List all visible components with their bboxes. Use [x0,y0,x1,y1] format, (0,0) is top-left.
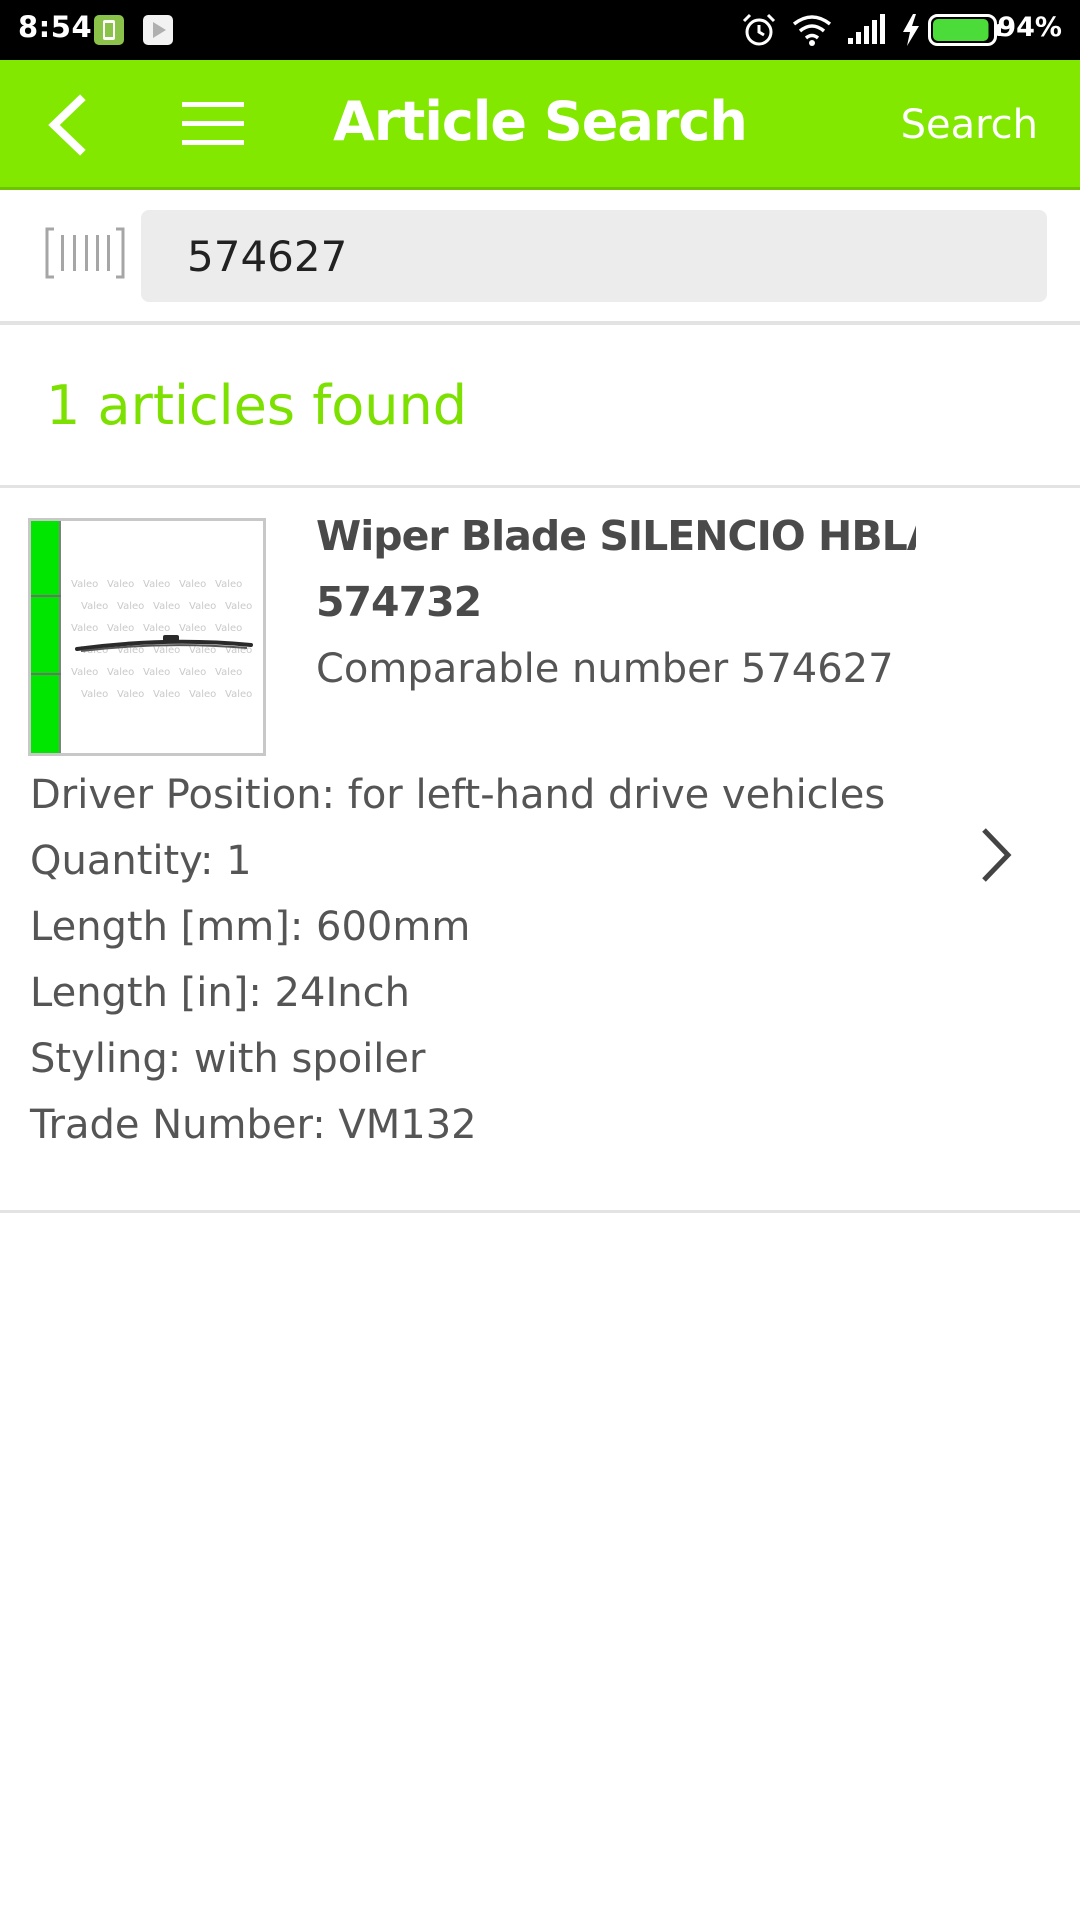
thumbnail-color-strip [31,521,61,753]
divider [0,1210,1080,1213]
status-time: 8:54 [18,10,93,44]
watermark-text: Valeo [81,689,109,700]
article-thumbnail: Valeo Valeo Valeo Valeo Valeo Valeo Valeo Valeo… [28,518,266,756]
signal-icon [848,14,885,44]
status-bar: 8:54 94% [0,0,1080,60]
watermark-text: Valeo [117,689,145,700]
search-input[interactable] [141,210,1047,302]
watermark-text: Valeo [71,579,99,590]
article-title: Wiper Blade SILENCIO HBLA... [316,512,916,560]
watermark-text: Valeo [143,579,171,590]
article-attribute: Styling: with spoiler [30,1036,426,1082]
watermark-text: Valeo [179,579,207,590]
article-attribute: Quantity: 1 [30,838,252,884]
article-attribute: Length [mm]: 600mm [30,904,471,950]
chevron-right-icon[interactable] [976,824,1016,886]
battery-percent: 94% [997,12,1062,43]
watermark-text: Valeo [215,667,243,678]
watermark-text: Valeo [225,689,253,700]
play-store-icon [143,15,173,45]
article-attribute: Length [in]: 24Inch [30,970,410,1016]
search-button[interactable]: Search [901,102,1038,148]
barcode-icon[interactable] [44,225,126,281]
results-count: 1 articles found [46,374,467,437]
alarm-icon [742,13,776,46]
watermark-text: Valeo [225,601,253,612]
watermark-text: Valeo [71,667,99,678]
watermark-text: Valeo [215,579,243,590]
list-item[interactable]: Valeo Valeo Valeo Valeo Valeo Valeo Valeo Valeo… [0,488,1080,1212]
search-bar [0,193,1080,325]
watermark-text: Valeo [189,601,217,612]
watermark-text: Valeo [107,579,135,590]
sim-card-icon [94,15,124,45]
charging-icon [903,14,919,46]
wifi-icon [792,15,832,46]
watermark-text: Valeo [117,601,145,612]
watermark-text: Valeo [153,689,181,700]
watermark-text: Valeo [189,689,217,700]
watermark-text: Valeo [143,667,171,678]
watermark-text: Valeo [179,667,207,678]
article-number: 574732 [316,578,482,626]
battery-fill [933,19,989,41]
article-comparable-number: Comparable number 574627 [316,646,894,692]
watermark-text: Valeo [107,667,135,678]
article-attribute: Trade Number: VM132 [30,1102,477,1148]
battery-icon [928,14,1001,46]
wiper-blade-image [75,635,253,652]
watermark-text: Valeo [153,601,181,612]
app-bar: Article Search Search [0,60,1080,190]
article-attribute: Driver Position: for left-hand drive veh… [30,772,886,818]
watermark-text: Valeo [81,601,109,612]
